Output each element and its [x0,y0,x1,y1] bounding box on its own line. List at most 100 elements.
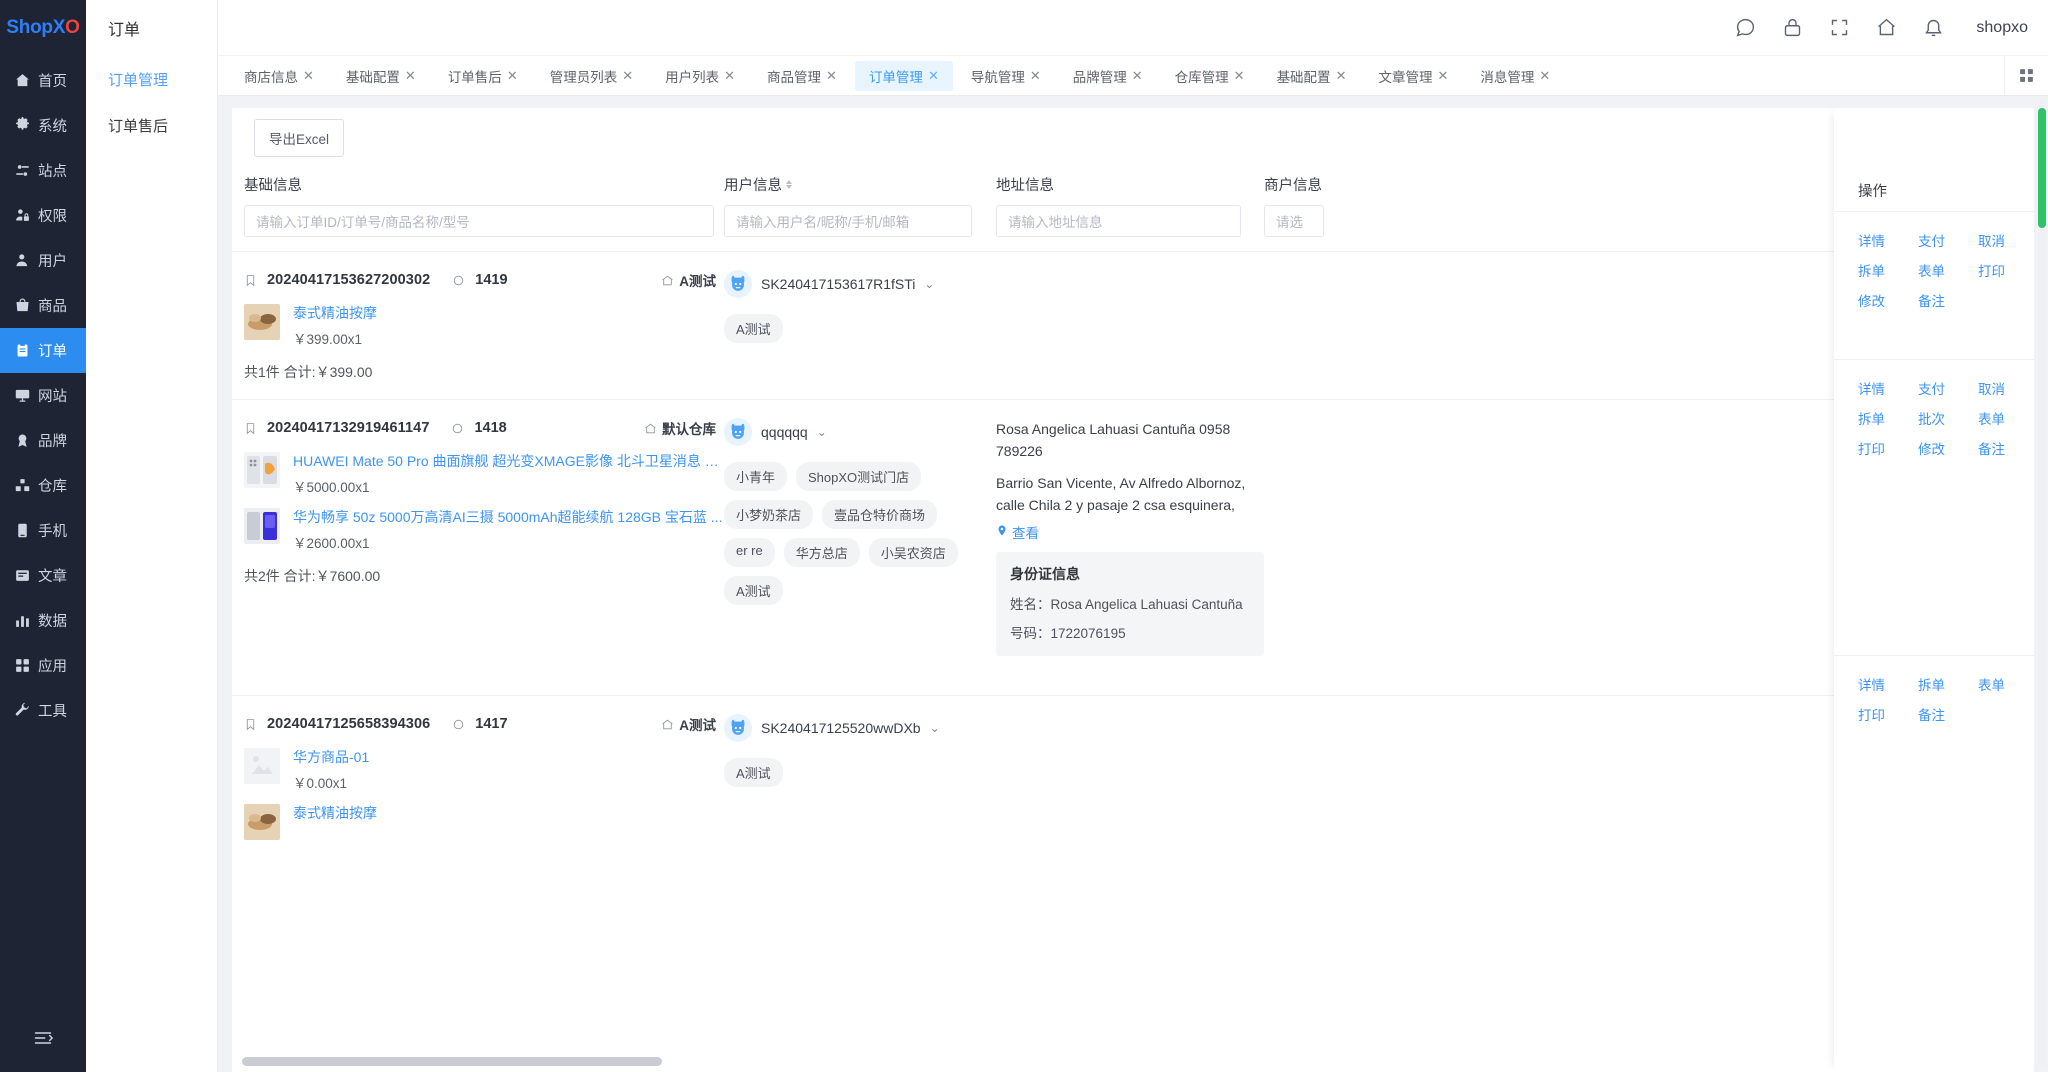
user-line[interactable]: SK240417153617R1fSTi⌄ [724,270,996,298]
brand-logo[interactable]: ShopXO [0,0,86,56]
sort-icon[interactable] [786,180,792,189]
sidebar-item-3[interactable]: 权限 [0,193,86,238]
tab-close-icon[interactable]: ✕ [507,68,518,84]
operation-link[interactable]: 修改 [1858,290,1898,310]
tab-7[interactable]: 导航管理✕ [957,61,1055,91]
export-excel-button[interactable]: 导出Excel [254,119,344,157]
tab-close-icon[interactable]: ✕ [1336,68,1347,84]
tab-6[interactable]: 订单管理✕ [855,61,953,91]
table-body: 202404171536272003021419A测试泰式精油按摩￥399.00… [232,251,1992,866]
tab-close-icon[interactable]: ✕ [1132,68,1143,84]
tab-close-icon[interactable]: ✕ [303,68,314,84]
operation-link[interactable]: 打印 [1978,260,2018,280]
user-line[interactable]: SK240417125520wwDXb⌄ [724,714,996,742]
chevron-down-icon[interactable]: ⌄ [930,721,940,735]
chevron-down-icon[interactable]: ⌄ [924,277,934,291]
tab-close-icon[interactable]: ✕ [1539,68,1550,84]
tab-8[interactable]: 品牌管理✕ [1059,61,1157,91]
operation-link[interactable]: 拆单 [1918,674,1958,694]
tab-close-icon[interactable]: ✕ [826,68,837,84]
operation-link[interactable]: 打印 [1858,704,1898,724]
operation-link[interactable]: 备注 [1918,704,1958,724]
tab-close-icon[interactable]: ✕ [1234,68,1245,84]
tab-close-icon[interactable]: ✕ [928,68,939,84]
home-icon[interactable] [1876,17,1897,38]
product-name-link[interactable]: 泰式精油按摩 [293,304,724,323]
operation-link[interactable]: 表单 [1978,674,2018,694]
operation-link[interactable]: 支付 [1918,378,1958,398]
product-name-link[interactable]: 华为畅享 50z 5000万高清AI三摄 5000mAh超能续航 128GB 宝… [293,508,724,527]
tab-12[interactable]: 消息管理✕ [1466,61,1564,91]
tab-close-icon[interactable]: ✕ [724,68,735,84]
product-name-link[interactable]: 泰式精油按摩 [293,804,724,823]
sidebar-item-9[interactable]: 仓库 [0,463,86,508]
tab-close-icon[interactable]: ✕ [1030,68,1041,84]
operation-link[interactable]: 拆单 [1858,260,1898,280]
tab-grid-button[interactable] [2004,56,2048,95]
search-input-basic[interactable]: 请输入订单ID/订单号/商品名称/型号 [244,205,714,237]
search-input-merchant[interactable]: 请选 [1264,205,1324,237]
secondary-nav-item-0[interactable]: 订单管理 [86,56,217,102]
sidebar-item-0[interactable]: 首页 [0,58,86,103]
operation-link[interactable]: 表单 [1978,408,2018,428]
address-line: Rosa Angelica Lahuasi Cantuña 0958 78922… [996,418,1264,462]
operation-link[interactable]: 详情 [1858,674,1898,694]
tab-4[interactable]: 用户列表✕ [651,61,749,91]
vertical-scrollbar-track[interactable] [2038,100,2046,1066]
sidebar-item-6[interactable]: 订单 [0,328,86,373]
search-input-address[interactable]: 请输入地址信息 [996,205,1241,237]
sidebar-item-5[interactable]: 商品 [0,283,86,328]
operation-link[interactable]: 取消 [1978,230,2018,250]
table-scroll-area[interactable]: 基础信息 用户信息 地址信息 商户信息 请输入订单ID/订单号/商品名称/型号 [232,168,2034,1072]
operation-link[interactable]: 详情 [1858,230,1898,250]
sidebar-item-11[interactable]: 文章 [0,553,86,598]
operation-link[interactable]: 取消 [1978,378,2018,398]
sidebar-item-10[interactable]: 手机 [0,508,86,553]
address-view-link[interactable]: 查看 [996,522,1264,542]
tab-0[interactable]: 商店信息✕ [230,61,328,91]
bell-icon[interactable] [1923,17,1944,38]
wrench-icon [14,702,31,719]
operation-link[interactable]: 详情 [1858,378,1898,398]
warehouse-label: A测试 [661,270,716,290]
sidebar-item-2[interactable]: 站点 [0,148,86,193]
message-icon[interactable] [1735,17,1756,38]
operation-link[interactable]: 修改 [1918,438,1958,458]
sidebar-collapse-button[interactable] [0,1008,86,1072]
sidebar-item-14[interactable]: 工具 [0,688,86,733]
sidebar-item-7[interactable]: 网站 [0,373,86,418]
tab-close-icon[interactable]: ✕ [405,68,416,84]
operation-link[interactable]: 支付 [1918,230,1958,250]
sidebar-item-4[interactable]: 用户 [0,238,86,283]
tab-11[interactable]: 文章管理✕ [1364,61,1462,91]
tab-10[interactable]: 基础配置✕ [1263,61,1361,91]
chevron-down-icon[interactable]: ⌄ [817,425,827,439]
user-menu[interactable]: shopxo [1976,19,2028,37]
operation-link[interactable]: 拆单 [1858,408,1898,428]
search-input-user[interactable]: 请输入用户名/昵称/手机/邮箱 [724,205,972,237]
lock-icon[interactable] [1782,17,1803,38]
vertical-scroll-thumb[interactable] [2038,108,2046,228]
user-line[interactable]: qqqqqq⌄ [724,418,996,446]
operation-link[interactable]: 备注 [1918,290,1958,310]
tab-9[interactable]: 仓库管理✕ [1161,61,1259,91]
sidebar-item-8[interactable]: 品牌 [0,418,86,463]
product-name-link[interactable]: 华方商品-01 [293,748,724,767]
fullscreen-icon[interactable] [1829,17,1850,38]
sidebar-item-12[interactable]: 数据 [0,598,86,643]
column-header-ops: 操作 [1834,108,2034,211]
tab-close-icon[interactable]: ✕ [1437,68,1448,84]
product-name-link[interactable]: HUAWEI Mate 50 Pro 曲面旗舰 超光变XMAGE影像 北斗卫星消… [293,452,724,471]
secondary-nav-item-1[interactable]: 订单售后 [86,102,217,148]
tab-2[interactable]: 订单售后✕ [434,61,532,91]
operation-link[interactable]: 表单 [1918,260,1958,280]
operation-link[interactable]: 打印 [1858,438,1898,458]
tab-1[interactable]: 基础配置✕ [332,61,430,91]
operation-link[interactable]: 备注 [1978,438,2018,458]
tab-3[interactable]: 管理员列表✕ [536,61,647,91]
sidebar-item-13[interactable]: 应用 [0,643,86,688]
sidebar-item-1[interactable]: 系统 [0,103,86,148]
tab-5[interactable]: 商品管理✕ [753,61,851,91]
tab-close-icon[interactable]: ✕ [622,68,633,84]
operation-link[interactable]: 批次 [1918,408,1958,428]
